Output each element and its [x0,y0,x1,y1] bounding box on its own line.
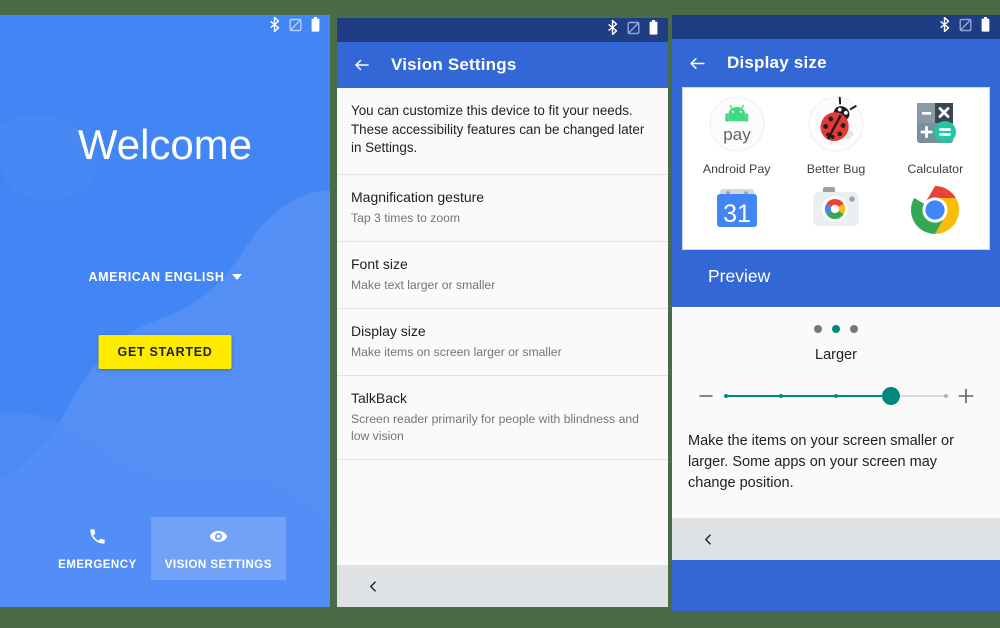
preview-card: pay Android Pay Better Bug Calculator 31 [682,87,990,250]
language-selector[interactable]: AMERICAN ENGLISH [0,270,330,284]
setting-row-font-size[interactable]: Font size Make text larger or smaller [337,242,668,309]
battery-icon [981,17,990,37]
page-title: Welcome [77,121,253,168]
description-text: Make the items on your screen smaller or… [672,409,1000,518]
pager-dot-active[interactable] [832,325,840,333]
emergency-button[interactable]: EMERGENCY [44,517,151,580]
pager-dot[interactable] [814,325,822,333]
chevron-left-icon[interactable] [702,531,715,548]
setting-row-display-size[interactable]: Display size Make items on screen larger… [337,309,668,376]
slider-tick [779,394,783,398]
minus-icon[interactable] [686,387,726,405]
app-bar-title: Display size [727,53,827,72]
preview-label: Preview [672,250,1000,307]
app-bar: Display size [672,39,1000,87]
screen-footer [672,560,1000,611]
setting-title: Font size [351,255,408,272]
app-label: Better Bug [806,162,866,176]
setting-row-talkback[interactable]: TalkBack Screen reader primarily for peo… [337,376,668,460]
size-value-label: Larger [815,347,857,363]
language-label: AMERICAN ENGLISH [88,270,225,284]
app-bar: Vision Settings [337,42,668,88]
slider-tick [834,394,838,398]
app-item-photos[interactable]: Photos [786,182,885,249]
slider-track-fill [726,394,891,398]
slider-thumb[interactable] [882,387,900,405]
preview-shell: pay Android Pay Better Bug Calculator 31 [672,87,1000,250]
status-bar [0,15,330,39]
screenshot-stage: Welcome AMERICAN ENGLISH GET STARTED EME… [0,0,1000,628]
android-pay-icon: pay [709,96,765,157]
emergency-label: EMERGENCY [58,559,137,571]
calculator-icon [907,96,963,157]
app-label: Calculator [907,162,964,176]
vision-settings-button[interactable]: VISION SETTINGS [150,517,286,580]
chevron-left-icon[interactable] [367,578,380,595]
bluetooth-icon [939,16,950,37]
setting-row-magnification-gesture[interactable]: Magnification gesture Tap 3 times to zoo… [337,175,668,242]
app-label: Android Pay [702,162,771,176]
eye-icon [208,527,229,551]
battery-icon [311,17,320,37]
signal-off-icon [289,18,302,37]
battery-icon [649,20,658,40]
get-started-button[interactable]: GET STARTED [98,335,232,369]
intro-text: You can customize this device to fit you… [337,88,668,175]
arrow-back-icon[interactable] [351,56,373,74]
slider-tick [724,394,728,398]
app-grid: pay Android Pay Better Bug Calculator 31 [687,96,985,249]
status-bar [672,15,1000,39]
slider-tick [944,394,948,398]
size-slider[interactable] [724,383,948,409]
vision-settings-label: VISION SETTINGS [164,559,272,571]
plus-icon[interactable] [946,386,986,406]
display-size-screen: Display size pay Android Pay Better Bug … [672,15,1000,611]
ladybug-icon [808,96,864,157]
setting-title: TalkBack [351,389,408,406]
phone-icon [88,527,107,551]
signal-off-icon [627,21,640,40]
app-item-chrome[interactable]: Chrome [886,182,985,249]
svg-text:pay: pay [723,125,751,144]
setting-subtitle: Tap 3 times to zoom [351,210,461,225]
calendar-icon: 31 [709,182,765,243]
pager-dot[interactable] [850,325,858,333]
app-item-better-bug[interactable]: Better Bug [786,96,885,176]
vision-settings-screen: Vision Settings You can customize this d… [337,18,668,607]
chrome-icon [907,182,963,243]
size-slider-row [672,383,1000,409]
setting-subtitle: Make text larger or smaller [351,277,496,292]
signal-off-icon [959,18,972,37]
app-item-calculator[interactable]: Calculator [886,96,985,176]
app-bar-title: Vision Settings [391,55,517,74]
bottom-action-bar: EMERGENCY VISION SETTINGS [0,517,330,580]
setting-title: Magnification gesture [351,188,485,205]
chevron-down-icon [231,274,242,280]
setting-title: Display size [351,322,426,339]
welcome-screen: Welcome AMERICAN ENGLISH GET STARTED EME… [0,15,330,607]
app-item-calendar[interactable]: 31 Calendar [687,182,786,249]
arrow-back-icon[interactable] [686,54,709,73]
svg-text:31: 31 [723,200,751,228]
system-navigation-bar [337,565,668,607]
setting-subtitle: Make items on screen larger or smaller [351,344,562,359]
bluetooth-icon [607,19,618,40]
bluetooth-icon [269,16,280,37]
camera-icon [808,182,864,243]
status-bar [337,18,668,42]
system-navigation-bar [672,518,1000,560]
app-item-android-pay[interactable]: pay Android Pay [687,96,786,176]
pager-dots [672,325,1000,333]
size-slider-section: Larger [672,307,1000,409]
setting-subtitle: Screen reader primarily for people with … [351,411,639,443]
